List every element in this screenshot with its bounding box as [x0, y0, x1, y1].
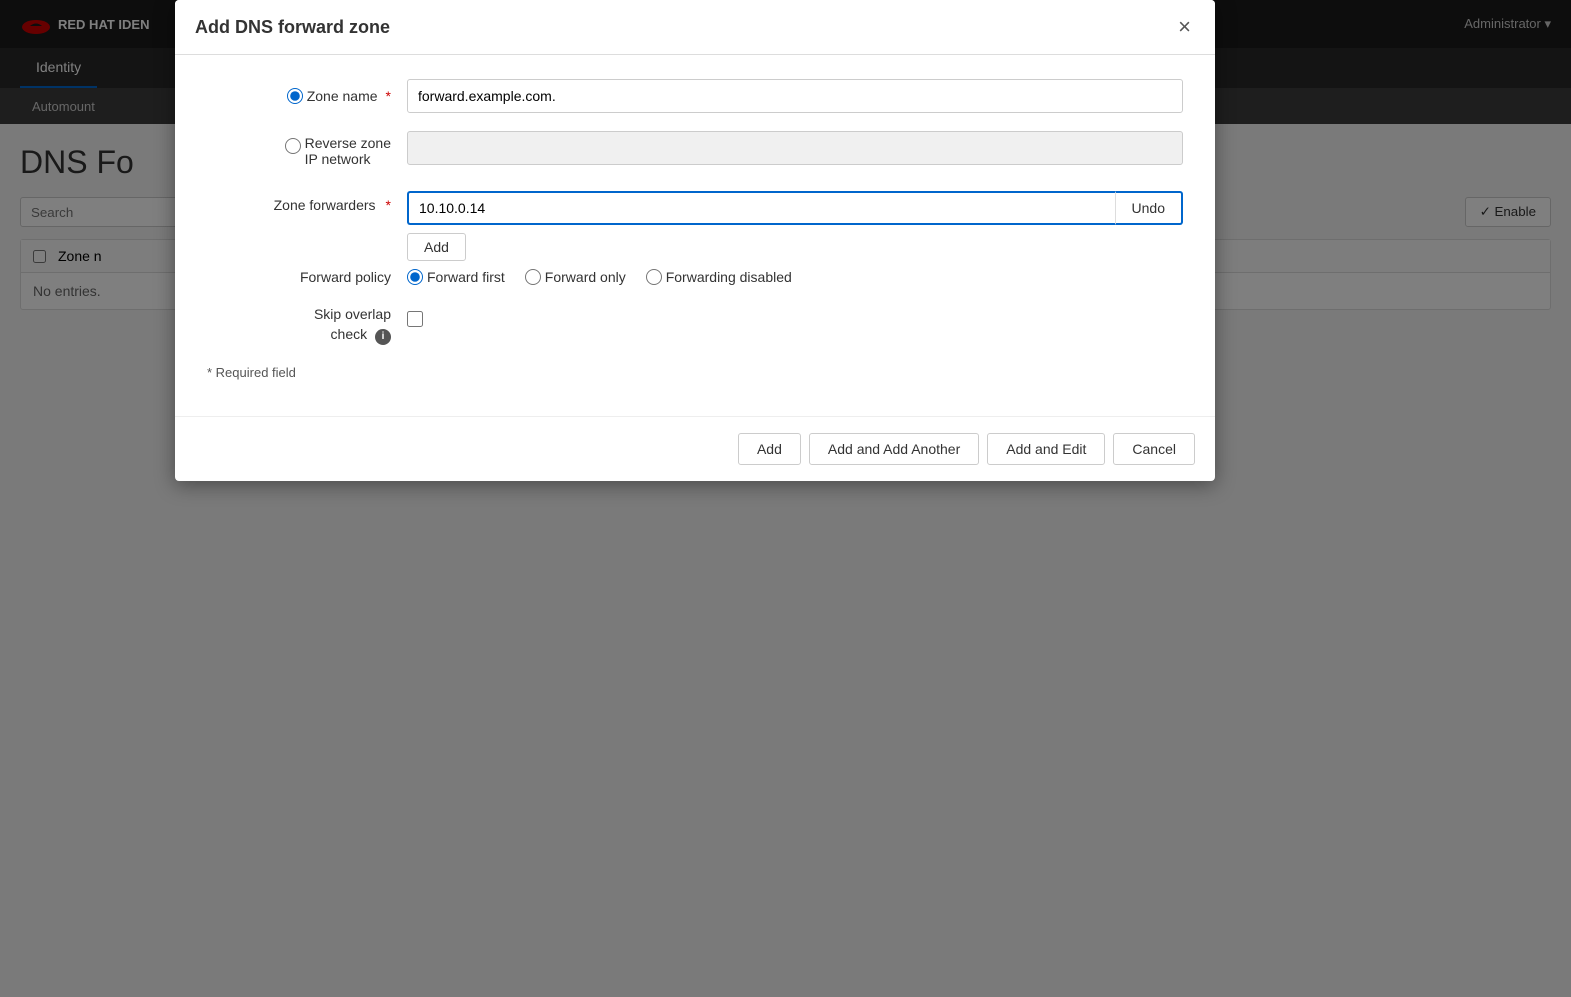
policy-forward-first-text: Forward first	[427, 269, 505, 285]
policy-forwarding-disabled-radio[interactable]	[646, 269, 662, 285]
policy-options: Forward first Forward only Forwarding di…	[407, 269, 1183, 285]
reverse-zone-label-line1: Reverse zone	[305, 135, 391, 151]
modal-title: Add DNS forward zone	[195, 17, 390, 38]
skip-overlap-label-area: Skip overlap check i	[207, 305, 407, 345]
zone-name-required-star: *	[386, 88, 391, 104]
zone-forwarders-label-area: Zone forwarders *	[207, 191, 407, 213]
zone-forwarders-required-star: *	[386, 197, 391, 213]
modal-overlay: Add DNS forward zone × Zone name *	[0, 0, 1571, 997]
zone-name-radio[interactable]	[287, 88, 303, 104]
modal-body: Zone name * Reverse zone IP network	[175, 55, 1215, 416]
modal-footer: Add Add and Add Another Add and Edit Can…	[175, 416, 1215, 481]
policy-forwarding-disabled-label[interactable]: Forwarding disabled	[646, 269, 792, 285]
zone-forwarders-row: Zone forwarders * Undo Add	[207, 191, 1183, 261]
reverse-zone-radio[interactable]	[285, 138, 301, 154]
reverse-zone-row: Reverse zone IP network	[207, 129, 1183, 167]
forward-policy-label-area: Forward policy	[207, 269, 407, 285]
skip-overlap-checkbox[interactable]	[407, 311, 423, 327]
modal-header: Add DNS forward zone ×	[175, 0, 1215, 55]
zone-forwarders-input-area: Undo Add	[407, 191, 1183, 261]
add-and-add-another-button[interactable]: Add and Add Another	[809, 433, 979, 465]
zone-name-row: Zone name *	[207, 79, 1183, 113]
skip-overlap-row: Skip overlap check i	[207, 305, 1183, 345]
forward-policy-row: Forward policy Forward first Forward onl…	[207, 269, 1183, 285]
forward-policy-label: Forward policy	[300, 269, 391, 285]
forwarder-input-group: Undo	[407, 191, 1183, 225]
reverse-zone-label-line2: IP network	[305, 151, 371, 167]
zone-name-label-area: Zone name *	[207, 88, 407, 104]
policy-forward-only-label[interactable]: Forward only	[525, 269, 626, 285]
zone-name-radio-label[interactable]: Zone name *	[287, 88, 391, 104]
reverse-zone-input	[407, 131, 1183, 165]
zone-name-input[interactable]	[407, 79, 1183, 113]
cancel-button[interactable]: Cancel	[1113, 433, 1195, 465]
policy-forward-only-text: Forward only	[545, 269, 626, 285]
undo-button[interactable]: Undo	[1115, 191, 1183, 225]
add-button[interactable]: Add	[738, 433, 801, 465]
zone-forwarders-label: Zone forwarders	[274, 197, 376, 213]
add-dns-forward-zone-modal: Add DNS forward zone × Zone name *	[175, 0, 1215, 481]
skip-overlap-line1: Skip overlap	[314, 306, 391, 322]
reverse-zone-label-area: Reverse zone IP network	[207, 129, 407, 167]
add-and-edit-button[interactable]: Add and Edit	[987, 433, 1105, 465]
required-field-note: * Required field	[207, 365, 1183, 380]
policy-forward-first-label[interactable]: Forward first	[407, 269, 505, 285]
modal-close-button[interactable]: ×	[1174, 16, 1195, 38]
skip-overlap-info-icon[interactable]: i	[375, 329, 391, 345]
reverse-zone-radio-label[interactable]: Reverse zone IP network	[285, 133, 391, 167]
skip-overlap-label-text: Skip overlap check i	[314, 305, 391, 345]
policy-forward-only-radio[interactable]	[525, 269, 541, 285]
add-forwarder-button[interactable]: Add	[407, 233, 466, 261]
skip-overlap-line2: check	[331, 326, 368, 342]
policy-forwarding-disabled-text: Forwarding disabled	[666, 269, 792, 285]
zone-name-label-text: Zone name	[307, 88, 378, 104]
policy-forward-first-radio[interactable]	[407, 269, 423, 285]
zone-forwarders-input[interactable]	[407, 191, 1115, 225]
